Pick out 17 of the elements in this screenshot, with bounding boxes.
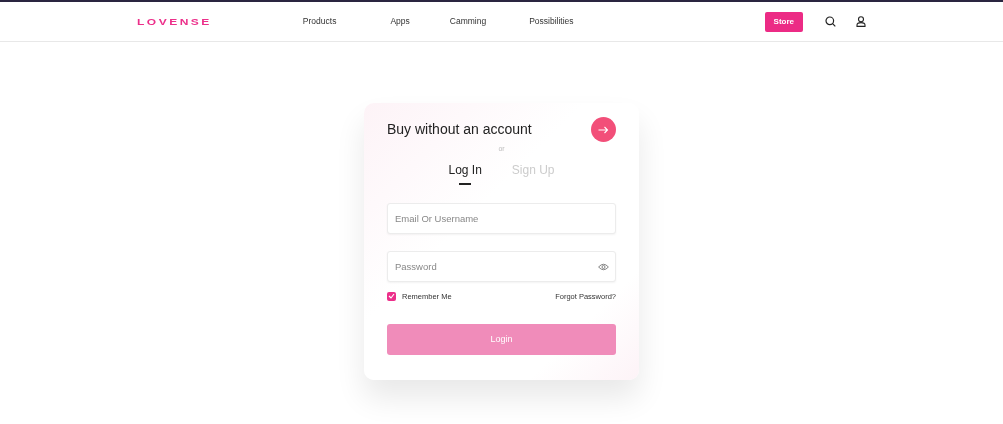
- nav-link[interactable]: Camming: [449, 15, 487, 28]
- tab[interactable]: Log In: [448, 160, 482, 183]
- nav-link[interactable]: Apps: [390, 15, 410, 28]
- store-button[interactable]: Store: [764, 11, 803, 32]
- password-field[interactable]: Password: [387, 250, 616, 282]
- username-field[interactable]: Email Or Username: [387, 202, 616, 234]
- user-icon[interactable]: [856, 16, 866, 27]
- check-icon: [388, 293, 395, 300]
- nav-link[interactable]: Products: [302, 15, 337, 28]
- remember-checkbox[interactable]: [387, 291, 396, 301]
- arrow-icon: [598, 125, 609, 134]
- eye-icon[interactable]: [598, 262, 609, 271]
- nav-link[interactable]: Possibilities: [529, 15, 574, 28]
- logo[interactable]: LOVENSE: [137, 14, 212, 29]
- guest-checkout-button[interactable]: [591, 117, 616, 142]
- search-icon[interactable]: [825, 16, 836, 27]
- guest-checkout-title: Buy without an account: [387, 120, 532, 139]
